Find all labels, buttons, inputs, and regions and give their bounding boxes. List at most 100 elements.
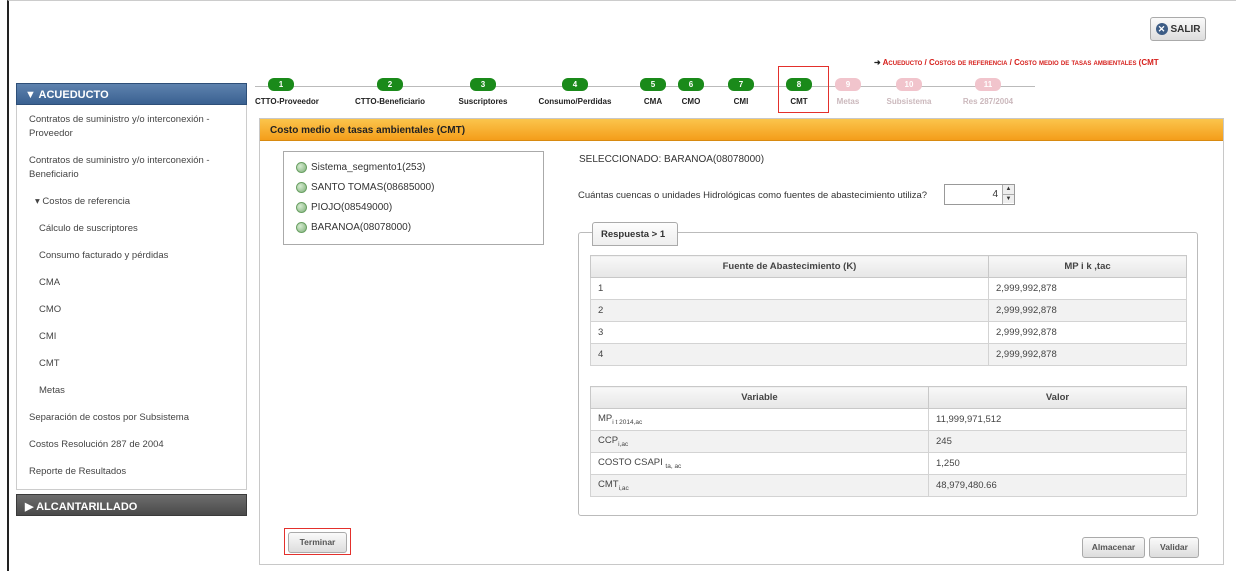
question-label: Cuántas cuencas o unidades Hidrológicas …	[578, 190, 928, 201]
column-header: Fuente de Abastecimiento (K)	[590, 255, 989, 278]
tab-label: Metas	[836, 97, 860, 106]
terminar-button[interactable]: Terminar	[288, 532, 347, 553]
validar-button[interactable]: Validar	[1149, 537, 1199, 558]
tab-subsistema[interactable]: 10 Subsistema	[880, 78, 938, 113]
tab-cmo[interactable]: 6 CMO	[676, 78, 706, 113]
response-legend: Respuesta > 1	[592, 222, 678, 246]
column-header: Variable	[590, 386, 929, 409]
tree-item[interactable]: PIOJO(08549000)	[296, 197, 531, 217]
table-row: COSTO CSAPI ta, ac 1,250	[590, 452, 1187, 475]
variable-subscript: ta, ac	[665, 462, 682, 470]
sidebar-section-label: ACUEDUCTO	[38, 89, 109, 101]
tab-label: CMO	[681, 97, 701, 106]
table-row: 2 2,999,992,878	[590, 299, 1187, 322]
node-icon	[296, 181, 307, 193]
node-icon	[296, 221, 307, 233]
sidebar-item-cma[interactable]: CMA	[17, 276, 246, 290]
exit-label: SALIR	[1170, 23, 1201, 35]
tree-item[interactable]: SANTO TOMAS(08685000)	[296, 177, 531, 197]
sidebar-item-cmt[interactable]: CMT	[17, 357, 246, 371]
variable-name: MP	[598, 413, 613, 425]
sidebar-item-consumo[interactable]: Consumo facturado y pérdidas	[17, 249, 246, 263]
sidebar-item-cmo[interactable]: CMO	[17, 303, 246, 317]
table-cell: 2,999,992,878	[988, 277, 1187, 300]
sidebar-item-costos-referencia[interactable]: ▾ Costos de referencia	[17, 195, 246, 209]
tab-number: 5	[640, 78, 666, 91]
sidebar-item-res287[interactable]: Costos Resolución 287 de 2004	[17, 438, 246, 452]
sidebar-item-reporte[interactable]: Reporte de Resultados	[17, 465, 246, 479]
tab-res-287[interactable]: 11 Res 287/2004	[958, 78, 1018, 113]
tab-label: CTTO-Proveedor	[255, 97, 319, 106]
sidebar-item-subsistema[interactable]: Separación de costos por Subsistema	[17, 411, 246, 425]
sidebar-item-cmi[interactable]: CMI	[17, 330, 246, 344]
tree-item-label: Sistema_segmento1(253)	[311, 161, 426, 173]
tab-cmi[interactable]: 7 CMI	[727, 78, 755, 113]
table-row: 4 2,999,992,878	[590, 343, 1187, 366]
decrement-icon[interactable]: ▼	[1003, 194, 1014, 203]
sidebar-section-label: ALCANTARILLADO	[36, 501, 138, 513]
tab-metas[interactable]: 9 Metas	[833, 78, 863, 113]
tab-number: 3	[470, 78, 496, 91]
tab-label: Res 287/2004	[962, 97, 1014, 106]
table-cell: 11,999,971,512	[928, 408, 1187, 431]
sidebar-item-ctto-proveedor[interactable]: Contratos de suministro y/o interconexió…	[17, 113, 246, 141]
variable-name: CMT	[598, 479, 619, 491]
table-cell: MPi t 2014,ac	[590, 408, 929, 431]
breadcrumb-text: Acueducto / Costos de referencia / Costo…	[882, 58, 1159, 67]
almacenar-button[interactable]: Almacenar	[1082, 537, 1145, 558]
table-cell: 1,250	[928, 452, 1187, 475]
tab-label: Subsistema	[886, 97, 932, 106]
sidebar-item-suscriptores[interactable]: Cálculo de suscriptores	[17, 222, 246, 236]
table-row: CCPi,ac 245	[590, 430, 1187, 453]
table-cell: 48,979,480.66	[928, 474, 1187, 497]
table-cell: 4	[590, 343, 989, 366]
tab-label: Suscriptores	[458, 97, 508, 106]
sidebar-item-ctto-beneficiario[interactable]: Contratos de suministro y/o interconexió…	[17, 154, 246, 182]
increment-icon[interactable]: ▲	[1003, 185, 1014, 194]
table-cell: 2,999,992,878	[988, 321, 1187, 344]
count-stepper[interactable]: 4 ▲ ▼	[944, 184, 1015, 205]
tab-suscriptores[interactable]: 3 Suscriptores	[453, 78, 513, 113]
tab-number: 1	[268, 78, 294, 91]
tab-ctto-beneficiario[interactable]: 2 CTTO-Beneficiario	[345, 78, 435, 113]
system-tree: Sistema_segmento1(253) SANTO TOMAS(08685…	[283, 151, 544, 245]
close-icon: ✕	[1155, 23, 1168, 35]
exit-button[interactable]: ✕ SALIR	[1150, 17, 1206, 41]
tab-label: CTTO-Beneficiario	[354, 97, 426, 106]
stepper-buttons: ▲ ▼	[1002, 185, 1014, 204]
table-cell: 2	[590, 299, 989, 322]
tab-selection-highlight	[778, 66, 829, 113]
tab-label: Consumo/Perdidas	[538, 97, 612, 106]
tab-number: 9	[835, 78, 861, 91]
table-row: 1 2,999,992,878	[590, 277, 1187, 300]
breadcrumb: ➜ Acueducto / Costos de referencia / Cos…	[874, 58, 1159, 67]
sidebar-section-acueducto[interactable]: ▼ ACUEDUCTO	[16, 83, 247, 105]
variable-subscript: i t 2014,ac	[612, 418, 643, 426]
tab-number: 6	[678, 78, 704, 91]
tree-item-label: BARANOA(08078000)	[311, 221, 412, 233]
tab-ctto-proveedor[interactable]: 1 CTTO-Proveedor	[255, 78, 319, 113]
table-cell: COSTO CSAPI ta, ac	[590, 452, 929, 475]
tab-number: 4	[562, 78, 588, 91]
column-header: MP i k ,tac	[988, 255, 1187, 278]
tab-consumo-perdidas[interactable]: 4 Consumo/Perdidas	[532, 78, 618, 113]
tab-number: 11	[975, 78, 1001, 91]
tree-item[interactable]: BARANOA(08078000)	[296, 217, 531, 237]
sidebar-section-alcantarillado[interactable]: ▶ ALCANTARILLADO	[16, 494, 247, 516]
tree-item-label: PIOJO(08549000)	[311, 201, 393, 213]
variable-name: CCP	[598, 435, 619, 447]
tree-item-label: SANTO TOMAS(08685000)	[311, 181, 435, 193]
table-cell: 245	[928, 430, 1187, 453]
triangle-down-icon: ▼	[25, 89, 36, 101]
sources-table: Fuente de Abastecimiento (K) MP i k ,tac…	[590, 255, 1187, 366]
tab-cma[interactable]: 5 CMA	[638, 78, 668, 113]
sidebar-item-metas[interactable]: Metas	[17, 384, 246, 398]
table-cell: CCPi,ac	[590, 430, 929, 453]
table-cell: 3	[590, 321, 989, 344]
triangle-right-icon: ▶	[25, 501, 34, 513]
node-icon	[296, 201, 307, 213]
count-value: 4	[992, 189, 998, 200]
tree-item[interactable]: Sistema_segmento1(253)	[296, 157, 531, 177]
arrow-right-icon: ➜	[874, 58, 881, 67]
tab-number: 2	[377, 78, 403, 91]
